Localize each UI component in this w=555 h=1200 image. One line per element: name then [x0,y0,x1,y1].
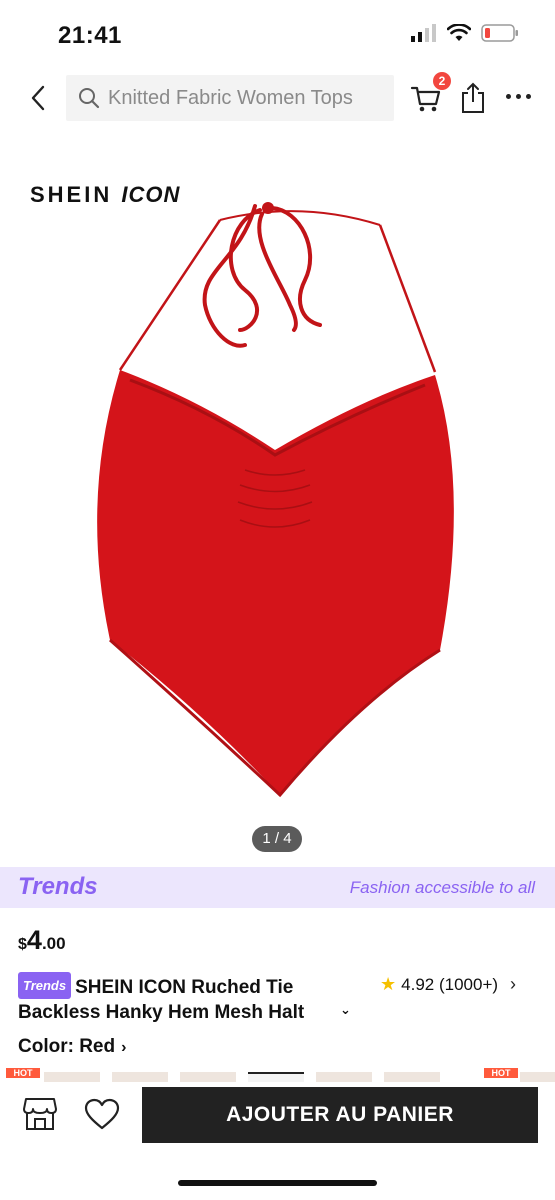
rating-count: (1000+) [438,974,499,994]
status-time: 21:41 [58,22,122,49]
chevron-right-icon: › [510,974,517,994]
battery-icon [481,24,518,42]
image-page-indicator: 1 / 4 [252,826,302,852]
color-swatch-selected[interactable] [248,1072,304,1082]
more-dots-icon[interactable] [506,90,536,102]
star-icon: ★ [380,974,397,994]
bottom-action-bar: AJOUTER AU PANIER [0,1082,555,1152]
color-swatch[interactable] [112,1072,168,1082]
rating-summary[interactable]: ★ 4.92 (1000+) › [380,974,516,995]
color-swatch[interactable] [44,1072,100,1082]
color-label: Color: Red [18,1036,116,1057]
search-placeholder: Knitted Fabric Women Tops [108,86,353,109]
add-to-cart-button[interactable]: AJOUTER AU PANIER [142,1087,538,1143]
home-indicator[interactable] [178,1180,377,1186]
search-icon [79,88,100,109]
chevron-left-icon [31,85,45,111]
hot-tag: HOT [484,1068,518,1078]
trends-pill: Trends [18,972,72,999]
store-icon [23,1098,57,1130]
color-selector[interactable]: Color: Red › [18,1036,126,1058]
store-button[interactable] [22,1097,58,1131]
chevron-down-icon[interactable]: ⌄ [340,1002,351,1018]
color-swatches: HOT HOT [0,1068,555,1082]
chevron-right-icon: › [121,1039,127,1056]
product-title[interactable]: Trends SHEIN ICON Ruched Tie Backless Han… [18,972,362,1022]
color-swatch[interactable] [520,1072,555,1082]
wifi-icon [447,24,471,41]
product-title-row: Trends SHEIN ICON Ruched Tie Backless Han… [18,972,538,1024]
wishlist-button[interactable] [84,1098,120,1132]
color-swatch[interactable] [384,1072,440,1082]
trends-banner[interactable]: Trends Fashion accessible to all [0,867,555,908]
status-bar: 21:41 [0,0,555,70]
product-image[interactable]: SHEIN ICON 1 / 4 [0,130,555,865]
top-nav: Knitted Fabric Women Tops 2 [0,72,555,124]
trends-tagline: Fashion accessible to all [349,878,535,897]
signal-icon [411,24,436,42]
halter-top-image [97,202,454,798]
share-icon [462,82,484,113]
cart-count-badge: 2 [433,72,451,90]
color-swatch[interactable] [180,1072,236,1082]
product-price: $4.00 [18,925,66,955]
color-swatch[interactable] [316,1072,372,1082]
search-input[interactable]: Knitted Fabric Women Tops [66,75,394,121]
back-button[interactable] [24,82,52,114]
status-icons [411,24,519,42]
share-button[interactable] [460,82,486,114]
trends-logo: Trends [18,873,98,900]
rating-value: 4.92 [401,974,435,994]
heart-icon [84,1098,120,1130]
hot-tag: HOT [6,1068,40,1078]
